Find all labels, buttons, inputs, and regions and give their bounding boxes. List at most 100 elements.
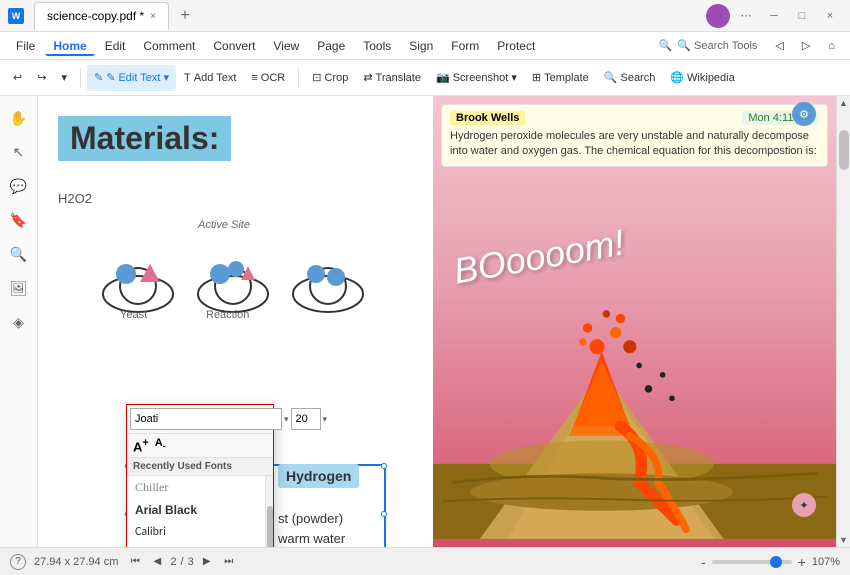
- zoom-out-button[interactable]: -: [701, 554, 706, 570]
- minimize-button[interactable]: ─: [762, 4, 786, 28]
- font-name-input[interactable]: [130, 408, 282, 430]
- first-page-button[interactable]: ⏮: [126, 553, 144, 571]
- menu-form[interactable]: Form: [443, 36, 487, 56]
- font-size-down-button[interactable]: A-: [155, 437, 166, 454]
- chat-header: Brook Wells Mon 4:11 PM: [450, 111, 819, 125]
- scroll-up-button[interactable]: ▲: [837, 96, 850, 110]
- doc-title: Materials:: [58, 116, 231, 161]
- scroll-track[interactable]: [837, 110, 850, 533]
- font-item-arial-black[interactable]: Arial Black: [127, 499, 273, 521]
- tab-label: science-copy.pdf *: [47, 9, 144, 23]
- zoom-slider[interactable]: [712, 560, 792, 564]
- volcano-background: ⚙ Brook Wells Mon 4:11 PM Hydrogen perox…: [433, 96, 836, 547]
- font-input-row: ▾ ▾: [127, 405, 273, 434]
- crop-label: Crop: [324, 72, 348, 84]
- app-icon: W: [8, 8, 24, 24]
- maximize-button[interactable]: □: [790, 4, 814, 28]
- expand-icon: ▾: [61, 71, 67, 84]
- svg-text:Reaction: Reaction: [206, 309, 249, 321]
- chem-area: H2O2 Active Site: [58, 191, 413, 327]
- chemistry-diagram: Active Site: [58, 214, 368, 324]
- bottom-left: ? 27.94 x 27.94 cm: [10, 554, 118, 570]
- font-dropdown[interactable]: ▾ ▾ A+ A- Recently Used Fonts Chiller Ar…: [126, 404, 274, 547]
- active-tab[interactable]: science-copy.pdf * ×: [34, 2, 169, 30]
- main-scrollbar: ▲ ▼: [836, 96, 850, 547]
- add-text-icon: T: [184, 72, 191, 84]
- translate-icon: ⇄: [363, 71, 372, 84]
- scroll-thumb[interactable]: [839, 130, 849, 170]
- avatar[interactable]: [706, 4, 730, 28]
- font-item-calibri[interactable]: Calibri: [127, 521, 273, 543]
- template-button[interactable]: ⊞ Template: [525, 65, 596, 91]
- tab-area: science-copy.pdf * × +: [34, 2, 197, 30]
- new-tab-button[interactable]: +: [173, 4, 197, 28]
- menu-file[interactable]: File: [8, 36, 43, 56]
- menu-tools[interactable]: Tools: [355, 36, 399, 56]
- menu-convert[interactable]: Convert: [205, 36, 263, 56]
- font-dropdown-arrow[interactable]: ▾: [284, 414, 289, 425]
- search-icon: 🔍: [604, 71, 618, 84]
- search-tools-button[interactable]: 🔍 🔍 Search Tools: [652, 33, 765, 59]
- zoom-in-button[interactable]: +: [798, 554, 806, 570]
- page-navigation: ⏮ ◀ 2 / 3 ▶ ⏭: [126, 553, 237, 571]
- screenshot-button[interactable]: 📷 Screenshot ▾: [429, 65, 524, 91]
- home-button[interactable]: ⌂: [821, 33, 842, 59]
- more-options-button[interactable]: ⋯: [734, 4, 758, 28]
- template-label: Template: [544, 72, 589, 84]
- search-button[interactable]: 🔍 Search: [597, 65, 663, 91]
- recently-used-fonts-header: Recently Used Fonts: [127, 458, 273, 476]
- font-item-times[interactable]: Times: [127, 543, 273, 547]
- font-item-chiller[interactable]: Chiller: [127, 476, 273, 499]
- wikipedia-button[interactable]: 🌐 Wikipedia: [663, 65, 741, 91]
- font-list: Chiller Arial Black Calibri Times Niagar…: [127, 476, 273, 547]
- bottom-right-icon[interactable]: ✦: [792, 493, 816, 517]
- sidebar-icon-comment[interactable]: 💬: [5, 172, 33, 200]
- edit-text-button[interactable]: ✎ ✎ Edit Text ▾: [87, 65, 176, 91]
- undo-button[interactable]: ↩: [6, 65, 29, 91]
- font-size-up-button[interactable]: A+: [133, 437, 149, 454]
- ocr-button[interactable]: ≡ OCR: [244, 65, 292, 91]
- hydrogen-text[interactable]: Hydrogen: [278, 464, 359, 488]
- chat-name: Brook Wells: [450, 111, 525, 125]
- sidebar-icon-layers[interactable]: ◈: [5, 308, 33, 336]
- sep-2: [298, 68, 299, 88]
- add-text-button[interactable]: T Add Text: [177, 65, 243, 91]
- menu-view[interactable]: View: [265, 36, 307, 56]
- chat-text: Hydrogen peroxide molecules are very uns…: [450, 129, 819, 160]
- tab-close-button[interactable]: ×: [150, 11, 156, 22]
- expand-button[interactable]: ▾: [54, 65, 74, 91]
- sidebar-icon-hand[interactable]: ✋: [5, 104, 33, 132]
- last-page-button[interactable]: ⏭: [220, 553, 238, 571]
- help-icon[interactable]: ?: [10, 554, 26, 570]
- nav-forward-button[interactable]: ▷: [795, 33, 817, 59]
- menu-comment[interactable]: Comment: [135, 36, 203, 56]
- menu-sign[interactable]: Sign: [401, 36, 441, 56]
- prev-page-button[interactable]: ◀: [148, 553, 166, 571]
- redo-icon: ↪: [37, 71, 46, 84]
- font-size-dropdown-arrow[interactable]: ▾: [323, 414, 328, 425]
- sidebar-icon-image[interactable]: 🖼: [5, 274, 33, 302]
- menu-page[interactable]: Page: [309, 36, 353, 56]
- nav-back-button[interactable]: ◁: [768, 33, 790, 59]
- scroll-down-button[interactable]: ▼: [837, 533, 850, 547]
- search-tools-label: 🔍 Search Tools: [677, 39, 757, 52]
- search-tools-icon: 🔍: [659, 39, 673, 52]
- redo-button[interactable]: ↪: [30, 65, 53, 91]
- menu-protect[interactable]: Protect: [489, 36, 543, 56]
- menu-home[interactable]: Home: [45, 36, 94, 56]
- chat-bubble: Brook Wells Mon 4:11 PM Hydrogen peroxid…: [441, 104, 828, 167]
- top-right-icon[interactable]: ⚙: [792, 102, 816, 126]
- sidebar-icon-bookmark[interactable]: 🔖: [5, 206, 33, 234]
- svg-text:Active Site: Active Site: [197, 219, 250, 231]
- right-panel: ⚙ Brook Wells Mon 4:11 PM Hydrogen perox…: [433, 96, 836, 547]
- powder-text: st (powder): [278, 511, 343, 526]
- next-page-button[interactable]: ▶: [198, 553, 216, 571]
- crop-button[interactable]: ⊡ Crop: [305, 65, 355, 91]
- font-size-input[interactable]: [291, 408, 321, 430]
- menu-edit[interactable]: Edit: [97, 36, 134, 56]
- translate-button[interactable]: ⇄ Translate: [356, 65, 428, 91]
- sidebar-icon-search[interactable]: 🔍: [5, 240, 33, 268]
- doc-panel[interactable]: Materials: H2O2 Active Site: [38, 96, 433, 547]
- sidebar-icon-cursor[interactable]: ↖: [5, 138, 33, 166]
- close-button[interactable]: ×: [818, 4, 842, 28]
